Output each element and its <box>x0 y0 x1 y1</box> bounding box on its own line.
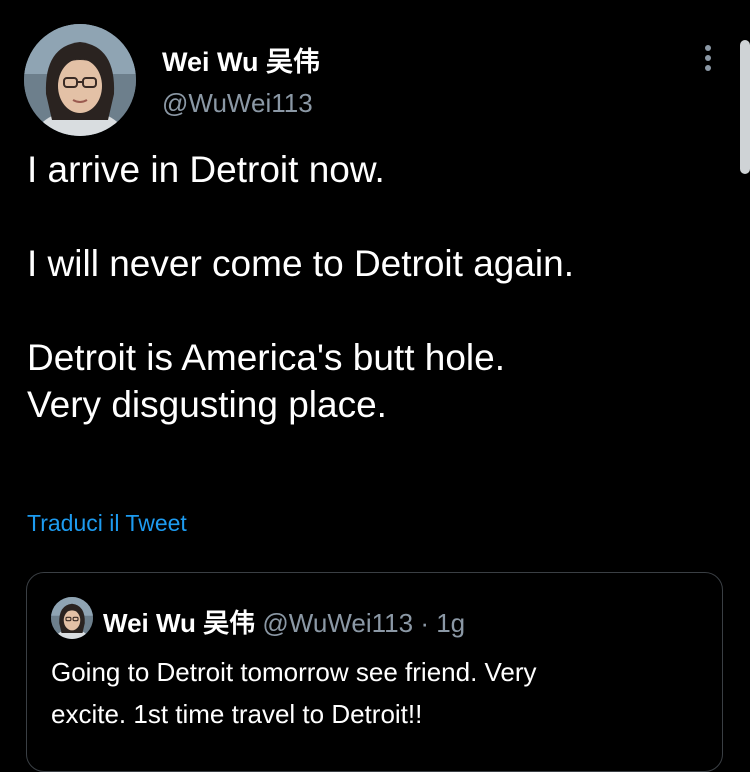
quoted-separator: · <box>420 608 429 638</box>
tweet-line: Very disgusting place. <box>27 384 387 425</box>
tweet-text: I arrive in Detroit now. I will never co… <box>27 146 727 428</box>
more-vertical-icon[interactable] <box>696 40 720 76</box>
translate-tweet-link[interactable]: Traduci il Tweet <box>27 510 187 537</box>
avatar-photo-icon <box>24 24 136 136</box>
tweet-line: Detroit is America's butt hole. <box>27 337 505 378</box>
author-display-name[interactable]: Wei Wu 吴伟 <box>162 40 320 79</box>
tweet-line-gap <box>27 193 727 240</box>
quoted-tweet-text: Going to Detroit tomorrow see friend. Ve… <box>51 651 701 735</box>
tweet-line: I arrive in Detroit now. <box>27 149 385 190</box>
quoted-handle: @WuWei113 <box>262 608 414 638</box>
quoted-line: Going to Detroit tomorrow see friend. Ve… <box>51 657 537 687</box>
avatar[interactable] <box>24 24 136 136</box>
quoted-avatar[interactable] <box>51 597 93 639</box>
quoted-header: Wei Wu 吴伟 @WuWei113 · 1g <box>103 603 465 640</box>
tweet-line: I will never come to Detroit again. <box>27 243 575 284</box>
author-handle[interactable]: @WuWei113 <box>162 88 313 119</box>
scrollbar[interactable] <box>740 40 750 174</box>
avatar-photo-icon <box>51 597 93 639</box>
quoted-line: excite. 1st time travel to Detroit!! <box>51 699 423 729</box>
tweet: Wei Wu 吴伟 @WuWei113 I arrive in Detroit … <box>0 0 750 772</box>
quoted-display-name: Wei Wu 吴伟 <box>103 608 256 638</box>
quoted-timestamp: 1g <box>436 608 466 638</box>
tweet-line-gap <box>27 287 727 334</box>
quoted-tweet-card[interactable]: Wei Wu 吴伟 @WuWei113 · 1g Going to Detroi… <box>26 572 723 772</box>
